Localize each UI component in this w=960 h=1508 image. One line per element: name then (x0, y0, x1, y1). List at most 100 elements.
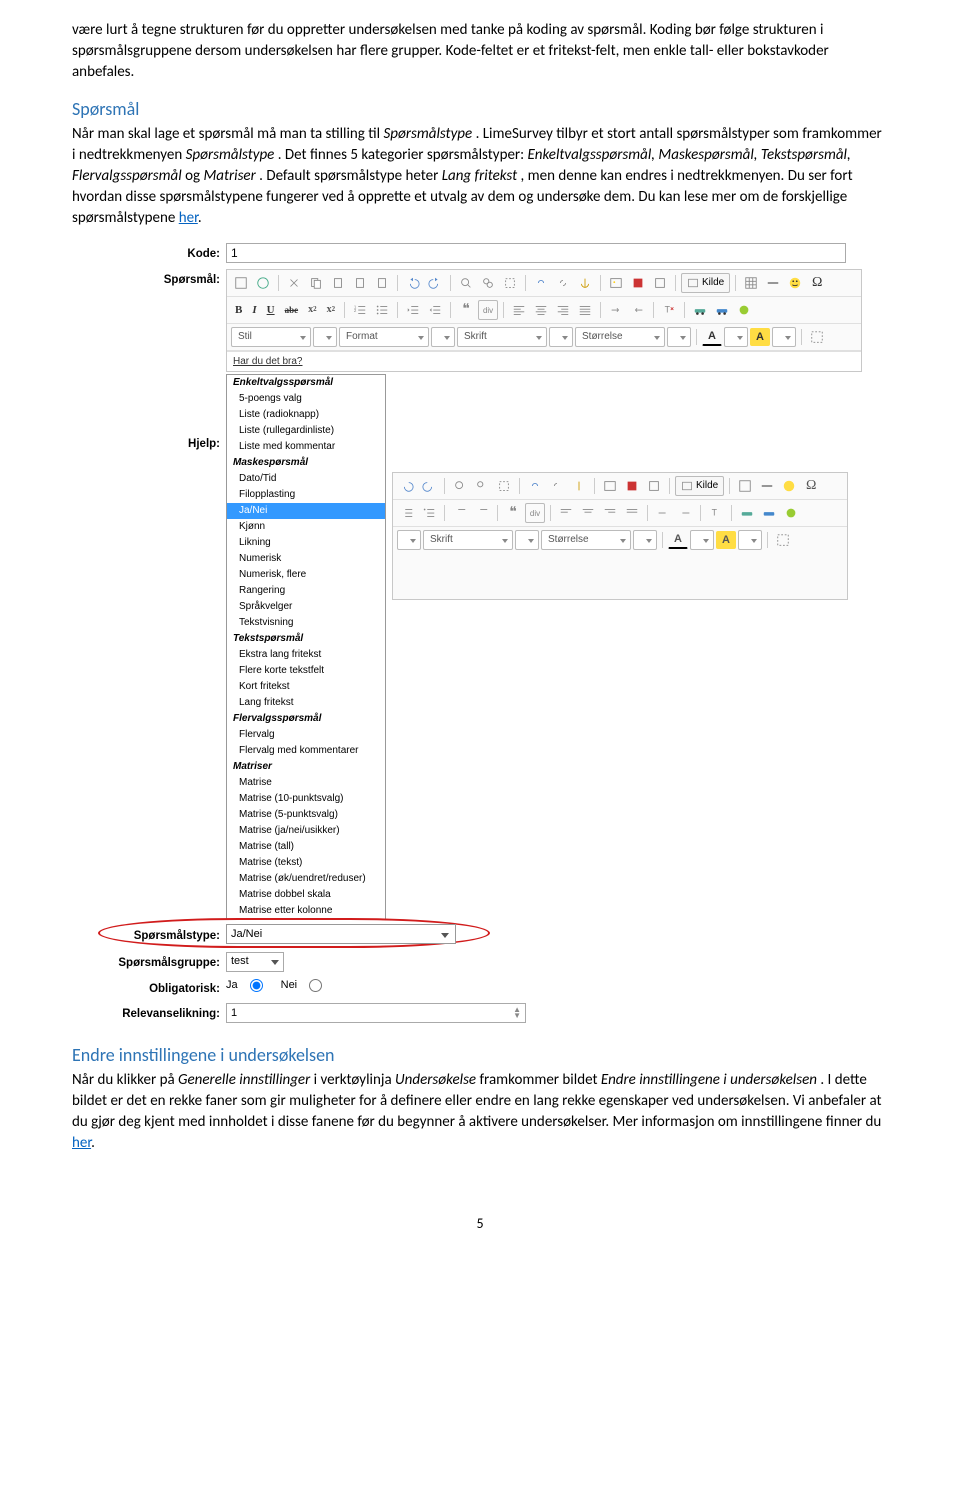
unlink-icon[interactable] (547, 476, 567, 496)
listbox-option[interactable]: Språkvelger (227, 599, 385, 615)
embed-icon[interactable] (650, 273, 670, 293)
listbox-option[interactable]: Kort fritekst (227, 679, 385, 695)
text-color-icon[interactable]: A (702, 328, 722, 346)
size-arrow[interactable] (633, 530, 657, 550)
italic-button[interactable]: I (248, 300, 260, 320)
listbox-option[interactable]: Tekstvisning (227, 615, 385, 631)
replace-icon[interactable] (478, 273, 498, 293)
listbox-option[interactable]: Liste (radioknapp) (227, 407, 385, 423)
lime-icon[interactable] (734, 300, 754, 320)
listbox-option[interactable]: Rangering (227, 583, 385, 599)
underline-button[interactable]: U (263, 300, 279, 320)
select-all-icon[interactable] (500, 273, 520, 293)
hr-icon[interactable] (763, 273, 783, 293)
quote-icon[interactable]: ❝ (456, 300, 476, 320)
align-center-icon[interactable] (578, 503, 598, 523)
remove-format-icon[interactable]: T (659, 300, 679, 320)
format-arrow[interactable] (397, 530, 421, 550)
question-type-select[interactable]: Ja/Nei (226, 924, 456, 944)
numbered-list-icon[interactable] (397, 503, 417, 523)
globe-icon[interactable] (253, 273, 273, 293)
undo-icon[interactable] (403, 273, 423, 293)
emoji-icon[interactable] (779, 476, 799, 496)
listbox-option[interactable]: Matrise (tekst) (227, 855, 385, 871)
format-combo[interactable]: Format (339, 327, 429, 347)
numbered-list-icon[interactable]: 12 (350, 300, 370, 320)
car-icon[interactable] (690, 300, 710, 320)
paste-text-icon[interactable] (350, 273, 370, 293)
embed-icon[interactable] (644, 476, 664, 496)
bg-color-arrow[interactable] (738, 530, 762, 550)
listbox-option[interactable]: Numerisk (227, 551, 385, 567)
redo-icon[interactable] (425, 273, 445, 293)
show-blocks-icon[interactable] (807, 327, 827, 347)
bullet-list-icon[interactable] (419, 503, 439, 523)
replace-icon[interactable] (472, 476, 492, 496)
show-blocks-icon[interactable] (773, 530, 793, 550)
flash-icon[interactable] (622, 476, 642, 496)
listbox-option[interactable]: Matrise (øk/uendret/reduser) (227, 871, 385, 887)
redo-icon[interactable] (419, 476, 439, 496)
listbox-option[interactable]: Ekstra lang fritekst (227, 647, 385, 663)
create-div-icon[interactable]: div (478, 300, 498, 320)
outdent-icon[interactable] (450, 503, 470, 523)
link-icon[interactable] (525, 476, 545, 496)
align-right-icon[interactable] (553, 300, 573, 320)
image-icon[interactable] (606, 273, 626, 293)
question-type-listbox[interactable]: Enkeltvalgsspørsmål 5-poengs valg Liste … (226, 374, 386, 920)
subscript-button[interactable]: x2 (304, 300, 321, 320)
car-icon-2[interactable] (712, 300, 732, 320)
style-combo[interactable]: Stil (231, 327, 311, 347)
unlink-icon[interactable] (553, 273, 573, 293)
align-justify-icon[interactable] (622, 503, 642, 523)
bg-color-icon[interactable]: A (716, 531, 736, 549)
emoji-icon[interactable] (785, 273, 805, 293)
special-char-icon[interactable]: Ω (801, 476, 821, 496)
align-right-icon[interactable] (600, 503, 620, 523)
quote-icon[interactable]: ❝ (503, 503, 523, 523)
listbox-option[interactable]: Matrise (227, 775, 385, 791)
listbox-option[interactable]: Matrise dobbel skala (227, 887, 385, 903)
her-link[interactable]: her (179, 209, 198, 227)
indent-icon[interactable] (425, 300, 445, 320)
remove-format-icon[interactable]: T (706, 503, 726, 523)
bg-color-icon[interactable]: A (750, 328, 770, 346)
kode-input[interactable] (226, 243, 846, 263)
source-button[interactable]: Kilde (681, 273, 730, 293)
spinner-arrows[interactable]: ▲▼ (513, 1007, 521, 1019)
undo-icon[interactable] (397, 476, 417, 496)
listbox-option[interactable]: Flere korte tekstfelt (227, 663, 385, 679)
source-button[interactable]: Kilde (675, 476, 724, 496)
align-left-icon[interactable] (556, 503, 576, 523)
outdent-icon[interactable] (403, 300, 423, 320)
image-icon[interactable] (600, 476, 620, 496)
relevance-input[interactable]: 1 ▲▼ (226, 1003, 526, 1023)
editor-content-area[interactable]: Har du det bra? (227, 351, 861, 371)
align-justify-icon[interactable] (575, 300, 595, 320)
radio-nei[interactable] (309, 979, 322, 992)
table-icon[interactable] (735, 476, 755, 496)
align-center-icon[interactable] (531, 300, 551, 320)
group-select[interactable]: test (226, 952, 284, 972)
text-color-arrow[interactable] (724, 327, 748, 347)
find-icon[interactable] (456, 273, 476, 293)
listbox-option[interactable]: Matrise etter kolonne (227, 903, 385, 919)
car-icon[interactable] (737, 503, 757, 523)
text-color-arrow[interactable] (690, 530, 714, 550)
copy-icon[interactable] (306, 273, 326, 293)
listbox-option-selected[interactable]: Ja/Nei (227, 503, 385, 519)
bg-color-arrow[interactable] (772, 327, 796, 347)
listbox-option[interactable]: Flervalg (227, 727, 385, 743)
size-combo[interactable]: Størrelse (575, 327, 665, 347)
font-combo[interactable]: Skrift (423, 530, 513, 550)
flash-icon[interactable] (628, 273, 648, 293)
style-combo-arrow[interactable] (313, 327, 337, 347)
listbox-option[interactable]: Matrise (10-punktsvalg) (227, 791, 385, 807)
rtl-icon[interactable] (675, 503, 695, 523)
select-all-icon[interactable] (494, 476, 514, 496)
listbox-option[interactable]: Liste med kommentar (227, 439, 385, 455)
font-combo-arrow[interactable] (549, 327, 573, 347)
table-icon[interactable] (741, 273, 761, 293)
car-icon-2[interactable] (759, 503, 779, 523)
listbox-option[interactable]: Kjønn (227, 519, 385, 535)
